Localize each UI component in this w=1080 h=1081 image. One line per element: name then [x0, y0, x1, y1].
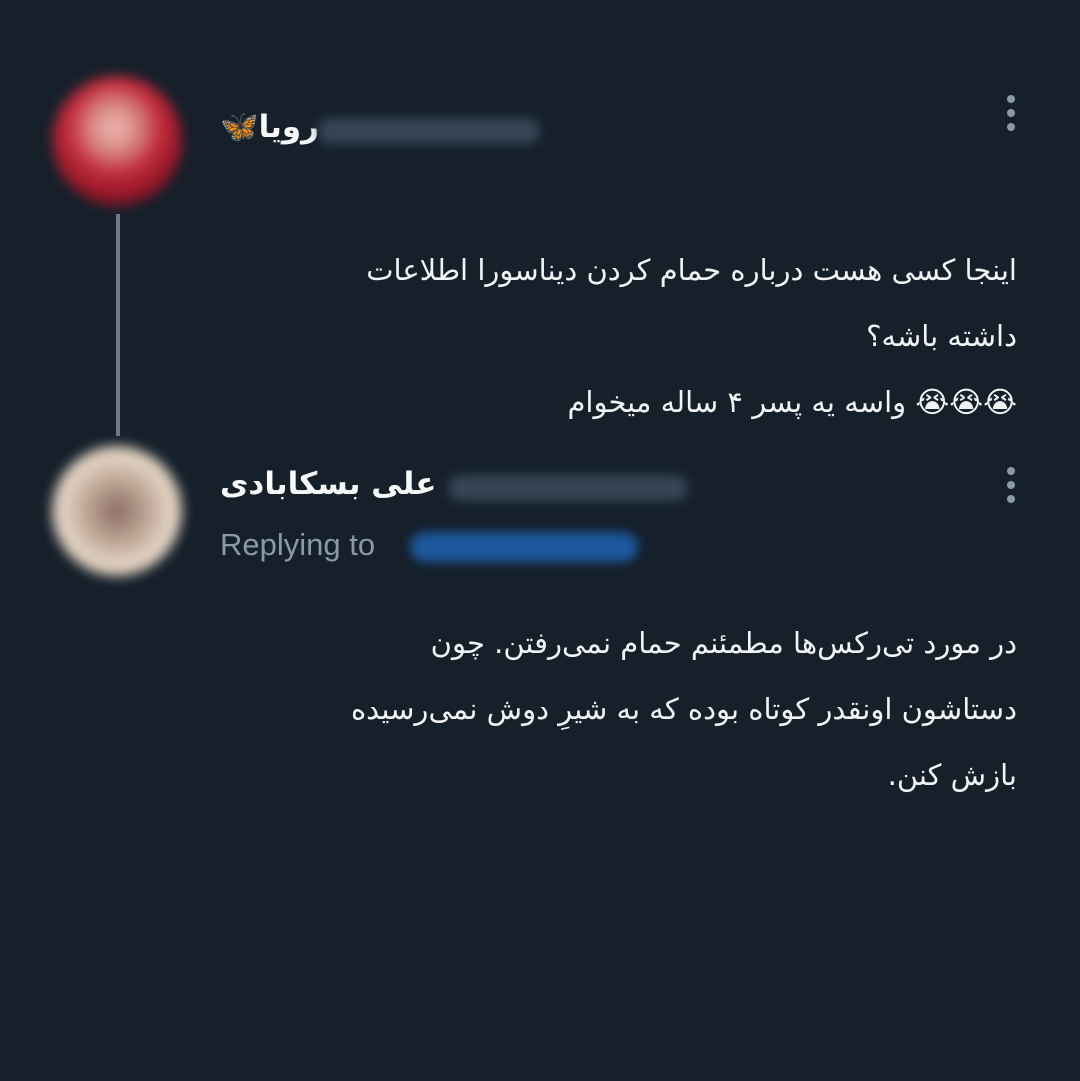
tweet-text-line: 😭😭😭 واسه یه پسر ۴ ساله میخوام — [567, 385, 1017, 419]
user-avatar[interactable] — [52, 76, 182, 206]
tweet-text-line: اینجا کسی هست درباره حمام کردن دیناسورا … — [366, 253, 1017, 287]
replying-to-label: Replying to — [220, 527, 376, 562]
tweet-text: اینجا کسی هست درباره حمام کردن دیناسورا … — [237, 237, 1017, 435]
tweet-text-line: دستاشون اونقدر کوتاه بوده که به شیرِ دوش… — [350, 692, 1017, 726]
author-handle-blurred[interactable] — [448, 475, 688, 501]
thread-connector-line — [116, 214, 120, 436]
user-avatar[interactable] — [52, 446, 182, 576]
more-options-icon[interactable] — [1006, 95, 1016, 131]
author-name[interactable]: علی بسکابادی — [220, 466, 436, 502]
more-options-icon[interactable] — [1006, 467, 1016, 503]
author-handle-blurred[interactable] — [318, 118, 540, 144]
replying-to-handle-blurred[interactable] — [410, 532, 638, 562]
author-name[interactable]: رویا🦋 — [220, 108, 319, 145]
tweet-text-line: در مورد تی‌رکس‌ها مطمئنم حمام نمی‌رفتن. … — [430, 626, 1017, 660]
tweet-text: در مورد تی‌رکس‌ها مطمئنم حمام نمی‌رفتن. … — [237, 610, 1017, 808]
tweet-text-line: داشته باشه؟ — [866, 319, 1017, 353]
tweet-text-line: بازش کنن. — [887, 758, 1017, 792]
